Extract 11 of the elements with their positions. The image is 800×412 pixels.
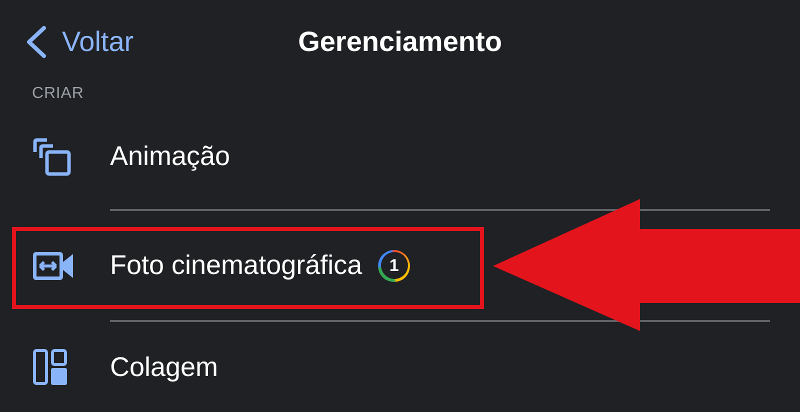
stacked-squares-icon <box>33 138 71 176</box>
menu-item-label[interactable]: Animação <box>110 136 230 177</box>
section-label: CRIAR <box>31 84 84 104</box>
back-chevron-icon <box>24 25 48 59</box>
menu-item-label[interactable]: Foto cinematográfica <box>110 245 362 286</box>
collage-layout-icon <box>33 349 67 385</box>
page-title: Gerenciamento <box>298 25 502 59</box>
count-badge: 1 <box>378 250 410 282</box>
menu-item-label[interactable]: Colagem <box>110 346 218 388</box>
video-camera-icon <box>33 252 73 280</box>
back-button[interactable]: Voltar <box>24 21 134 63</box>
